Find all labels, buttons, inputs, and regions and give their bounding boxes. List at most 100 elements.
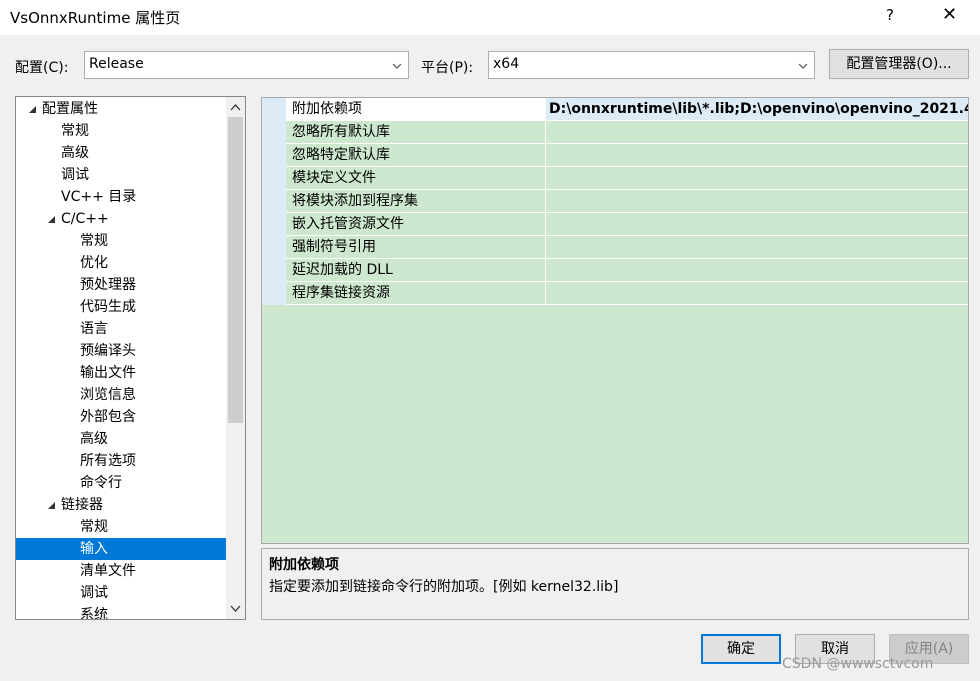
tree-item-label: 配置属性 — [42, 101, 98, 117]
tree-item-label: 所有选项 — [80, 453, 136, 469]
row-gutter — [262, 213, 286, 236]
tree-scrollbar[interactable] — [226, 97, 245, 619]
tree-item[interactable]: 预处理器 — [16, 274, 226, 296]
tree-item-label: 外部包含 — [80, 409, 136, 425]
close-button[interactable]: ✕ — [942, 4, 957, 25]
tree-item-label: 系统 — [80, 607, 108, 620]
description-title: 附加依赖项 — [269, 557, 339, 573]
property-row[interactable]: 程序集链接资源 — [262, 282, 968, 305]
tree-item-label: 调试 — [61, 167, 89, 183]
property-value[interactable] — [546, 213, 968, 236]
tree-item-label: 常规 — [61, 123, 89, 139]
tree-item-label: 常规 — [80, 519, 108, 535]
chevron-up-icon[interactable] — [230, 102, 241, 113]
tree-item[interactable]: 代码生成 — [16, 296, 226, 318]
property-name: 强制符号引用 — [286, 236, 546, 259]
tree-item[interactable]: 系统 — [16, 604, 226, 620]
tree-item-label: 链接器 — [61, 497, 103, 513]
platform-label: 平台(P): — [421, 60, 474, 76]
tree-item[interactable]: 高级 — [16, 142, 226, 164]
property-value[interactable] — [546, 190, 968, 213]
scrollbar-thumb[interactable] — [228, 117, 243, 423]
property-row[interactable]: 延迟加载的 DLL — [262, 259, 968, 282]
property-row[interactable]: 将模块添加到程序集 — [262, 190, 968, 213]
property-name: 附加依赖项 — [286, 98, 546, 121]
tree-item[interactable]: 输入 — [16, 538, 226, 560]
tree-item[interactable]: 浏览信息 — [16, 384, 226, 406]
expand-triangle-icon[interactable] — [27, 104, 37, 114]
tree-item-label: 预处理器 — [80, 277, 136, 293]
property-name: 将模块添加到程序集 — [286, 190, 546, 213]
tree-item[interactable]: 链接器 — [16, 494, 226, 516]
description-panel: 附加依赖项 指定要添加到链接命令行的附加项。[例如 kernel32.lib] — [261, 548, 969, 620]
tree-item[interactable]: 清单文件 — [16, 560, 226, 582]
tree-item[interactable]: 命令行 — [16, 472, 226, 494]
tree-item-label: 命令行 — [80, 475, 122, 491]
property-name: 嵌入托管资源文件 — [286, 213, 546, 236]
property-name: 忽略所有默认库 — [286, 121, 546, 144]
property-grid[interactable]: 附加依赖项 D:\onnxruntime\lib\*.lib;D:\openvin… — [261, 97, 969, 544]
row-gutter — [262, 144, 286, 167]
tree-item[interactable]: 输出文件 — [16, 362, 226, 384]
ok-button[interactable]: 确定 — [701, 634, 781, 664]
row-gutter — [262, 190, 286, 213]
chevron-down-icon[interactable] — [230, 603, 241, 614]
platform-dropdown[interactable]: x64 — [488, 51, 815, 79]
property-name: 模块定义文件 — [286, 167, 546, 190]
tree-item-label: VC++ 目录 — [61, 189, 137, 205]
config-value: Release — [89, 56, 144, 72]
chevron-down-icon — [798, 63, 808, 69]
tree-item[interactable]: 配置属性 — [16, 98, 226, 120]
property-row[interactable]: 忽略特定默认库 — [262, 144, 968, 167]
tree-item[interactable]: VC++ 目录 — [16, 186, 226, 208]
tree-item[interactable]: C/C++ — [16, 208, 226, 230]
property-value[interactable] — [546, 259, 968, 282]
property-value[interactable] — [546, 144, 968, 167]
row-gutter — [262, 167, 286, 190]
help-button[interactable]: ? — [886, 6, 894, 24]
tree-item[interactable]: 所有选项 — [16, 450, 226, 472]
tree-item[interactable]: 调试 — [16, 582, 226, 604]
property-value[interactable]: D:\onnxruntime\lib\*.lib;D:\openvino\ope… — [546, 98, 968, 121]
expand-triangle-icon[interactable] — [46, 500, 56, 510]
tree-item[interactable]: 语言 — [16, 318, 226, 340]
tree-item-label: 常规 — [80, 233, 108, 249]
property-value[interactable] — [546, 282, 968, 305]
property-row[interactable]: 强制符号引用 — [262, 236, 968, 259]
row-gutter — [262, 236, 286, 259]
tree-item[interactable]: 调试 — [16, 164, 226, 186]
property-row[interactable]: 嵌入托管资源文件 — [262, 213, 968, 236]
title-bar: VsOnnxRuntime 属性页 ? ✕ — [0, 0, 980, 35]
property-name: 程序集链接资源 — [286, 282, 546, 305]
property-row[interactable]: 附加依赖项 D:\onnxruntime\lib\*.lib;D:\openvin… — [262, 98, 968, 121]
tree-item[interactable]: 常规 — [16, 120, 226, 142]
window-title: VsOnnxRuntime 属性页 — [10, 9, 181, 27]
property-value[interactable] — [546, 236, 968, 259]
tree-item[interactable]: 预编译头 — [16, 340, 226, 362]
property-value[interactable] — [546, 121, 968, 144]
property-tree[interactable]: 配置属性 常规 高级 调试 VC++ 目录 C/C++ 常规 优化 预处理器 代码生成 语言 预编译头… — [15, 96, 246, 620]
tree-item[interactable]: 常规 — [16, 230, 226, 252]
chevron-down-icon — [392, 63, 402, 69]
row-gutter — [262, 98, 286, 121]
tree-item-label: 清单文件 — [80, 563, 136, 579]
property-name: 忽略特定默认库 — [286, 144, 546, 167]
tree-item[interactable]: 常规 — [16, 516, 226, 538]
tree-item-label: 输入 — [80, 541, 108, 557]
config-manager-button[interactable]: 配置管理器(O)... — [829, 49, 969, 79]
platform-value: x64 — [493, 56, 520, 72]
row-gutter — [262, 282, 286, 305]
config-label: 配置(C): — [15, 60, 69, 76]
tree-item-label: 语言 — [80, 321, 108, 337]
property-row[interactable]: 模块定义文件 — [262, 167, 968, 190]
property-value[interactable] — [546, 167, 968, 190]
config-dropdown[interactable]: Release — [84, 51, 409, 79]
expand-triangle-icon[interactable] — [46, 214, 56, 224]
tree-item[interactable]: 外部包含 — [16, 406, 226, 428]
tree-item-label: 浏览信息 — [80, 387, 136, 403]
tree-item-label: 输出文件 — [80, 365, 136, 381]
tree-item-label: 高级 — [61, 145, 89, 161]
tree-item[interactable]: 高级 — [16, 428, 226, 450]
property-row[interactable]: 忽略所有默认库 — [262, 121, 968, 144]
tree-item[interactable]: 优化 — [16, 252, 226, 274]
